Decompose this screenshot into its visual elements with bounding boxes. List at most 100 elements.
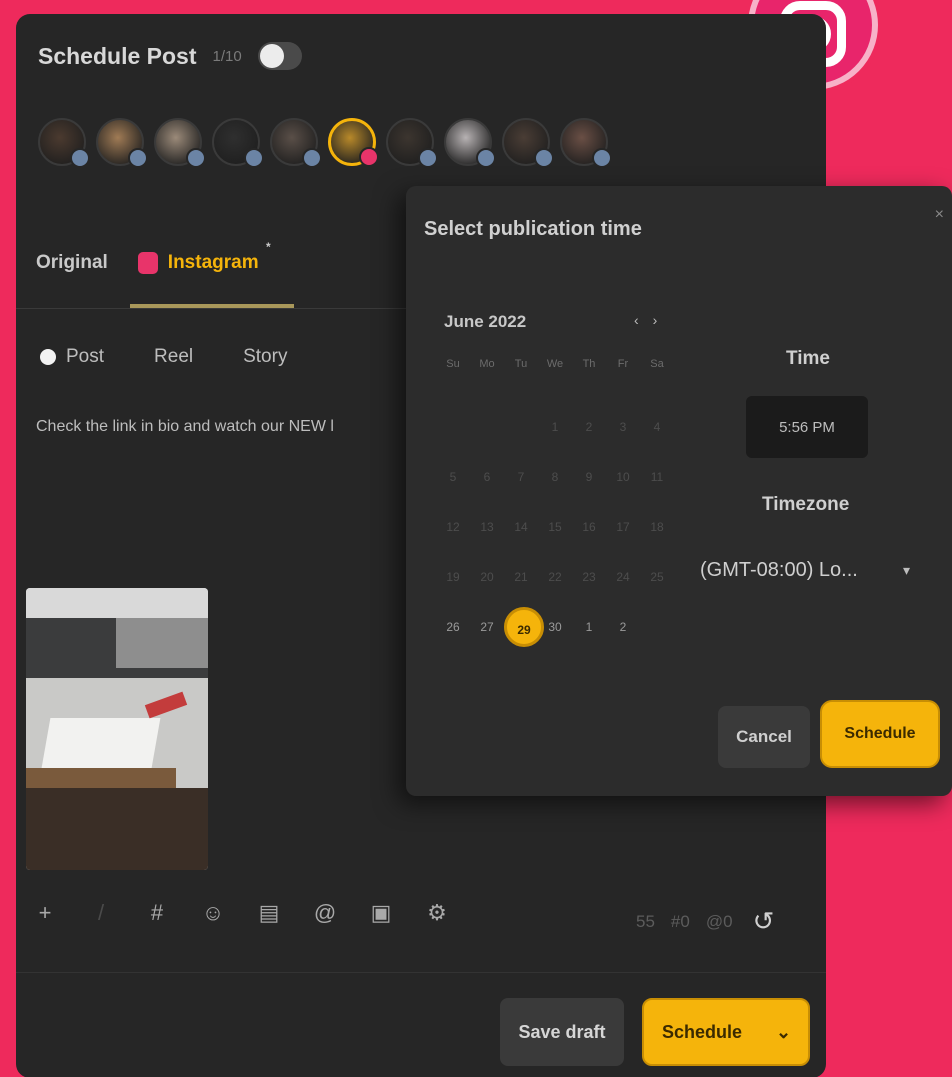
post-type-post[interactable]: Post: [40, 346, 104, 368]
tab-instagram-label: Instagram: [167, 252, 259, 273]
calendar-day[interactable]: 25: [640, 552, 674, 602]
undo-icon[interactable]: ↺: [753, 906, 775, 937]
save-draft-button[interactable]: Save draft: [500, 998, 624, 1066]
instagram-icon: [137, 252, 158, 274]
calendar-nav: ‹ ›: [634, 312, 657, 328]
calendar-day[interactable]: 15: [538, 502, 572, 552]
calendar-day[interactable]: 2: [606, 602, 640, 652]
calendar-day[interactable]: 13: [470, 502, 504, 552]
calendar-day[interactable]: 26: [436, 602, 470, 652]
plus-icon[interactable]: +: [34, 900, 56, 925]
timezone-label: Timezone: [762, 494, 850, 515]
calendar-day: [640, 602, 674, 652]
post-type-label: Reel: [154, 346, 194, 367]
settings-icon[interactable]: ⚙: [426, 900, 448, 925]
avatar[interactable]: [328, 118, 379, 167]
calendar-day[interactable]: 10: [606, 452, 640, 502]
calendar-month: June 2022: [444, 312, 527, 331]
avatar[interactable]: [154, 118, 206, 168]
footer-divider: [16, 972, 826, 973]
calendar-day[interactable]: 3: [606, 402, 640, 452]
time-input[interactable]: 5:56 PM: [746, 396, 868, 458]
calendar-day[interactable]: 5: [436, 452, 470, 502]
avatar[interactable]: [96, 118, 148, 168]
calendar-day[interactable]: 22: [538, 552, 572, 602]
schedule-button[interactable]: Schedule ⌄: [642, 998, 810, 1066]
chevron-right-icon[interactable]: ›: [653, 312, 658, 328]
network-badge-icon: [70, 148, 90, 168]
calendar-day[interactable]: 23: [572, 552, 606, 602]
media-thumbnail[interactable]: [26, 588, 208, 870]
calendar-day[interactable]: 8: [538, 452, 572, 502]
avatar[interactable]: [560, 118, 612, 168]
emoji-icon[interactable]: ☺: [202, 900, 224, 925]
calendar-day[interactable]: 19: [436, 552, 470, 602]
hashtag-icon[interactable]: #: [146, 900, 168, 925]
calendar-day[interactable]: 21: [504, 552, 538, 602]
chevron-down-icon: ▾: [902, 561, 910, 578]
timezone-value: (GMT-08:00) Lo...: [700, 558, 858, 581]
network-badge-icon: [302, 148, 322, 168]
calendar-day: [470, 402, 504, 452]
calendar-day[interactable]: 18: [640, 502, 674, 552]
panel-header: Schedule Post 1/10: [38, 42, 302, 70]
chevron-down-icon[interactable]: ⌄: [776, 1022, 791, 1043]
caption-textarea[interactable]: Check the link in bio and watch our NEW …: [36, 418, 420, 436]
avatar[interactable]: [38, 118, 90, 168]
editor-toolbar: + / # ☺ ▤ @ ▣ ⚙: [34, 900, 448, 925]
calendar-day[interactable]: 16: [572, 502, 606, 552]
calendar-day[interactable]: 4: [640, 402, 674, 452]
calendar-day[interactable]: 7: [504, 452, 538, 502]
image-icon[interactable]: ▣: [370, 900, 392, 925]
avatar[interactable]: [386, 118, 438, 168]
calendar-day[interactable]: 27: [470, 602, 504, 652]
post-type-selector: Post Reel Story: [40, 346, 287, 368]
magic-wand-icon[interactable]: /: [90, 900, 112, 925]
post-type-label: Post: [66, 346, 105, 367]
hashtag-count: #0: [670, 911, 690, 931]
weekday-label: Sa: [650, 358, 664, 370]
calendar-day[interactable]: 11: [640, 452, 674, 502]
post-type-reel[interactable]: Reel: [154, 346, 193, 368]
counters: 55 #0 @0 ↺: [636, 906, 774, 937]
calendar-day[interactable]: 30: [538, 602, 572, 652]
calendar-day[interactable]: 24: [606, 552, 640, 602]
character-count: 55: [636, 911, 655, 931]
radio-selected-icon: [40, 349, 56, 365]
close-icon[interactable]: ×: [935, 206, 944, 224]
calendar-day-selected[interactable]: 29: [504, 602, 544, 652]
calendar-day[interactable]: 17: [606, 502, 640, 552]
weekday-label: Su: [446, 358, 460, 370]
document-icon[interactable]: ▤: [258, 900, 280, 925]
mention-count: @0: [705, 911, 733, 931]
network-badge-icon: [359, 147, 379, 167]
avatar[interactable]: [444, 118, 496, 168]
avatar[interactable]: [270, 118, 322, 168]
tab-instagram[interactable]: Instagram *: [137, 240, 271, 274]
chevron-left-icon[interactable]: ‹: [634, 312, 639, 328]
calendar-day[interactable]: 2: [572, 402, 606, 452]
calendar-day: [504, 402, 538, 452]
calendar-day[interactable]: 1: [538, 402, 572, 452]
weekday-label: We: [546, 358, 564, 370]
select-all-toggle[interactable]: [257, 42, 302, 70]
calendar-day[interactable]: 12: [436, 502, 470, 552]
cancel-button[interactable]: Cancel: [718, 706, 810, 768]
avatar[interactable]: [212, 118, 264, 168]
timezone-select[interactable]: (GMT-08:00) Lo... ▾: [690, 542, 920, 598]
network-tabs: Original Instagram *: [36, 240, 271, 274]
account-count: 1/10: [212, 47, 242, 65]
tab-original[interactable]: Original: [36, 252, 108, 274]
post-type-story[interactable]: Story: [243, 346, 287, 368]
calendar-day[interactable]: 20: [470, 552, 504, 602]
confirm-schedule-button[interactable]: Schedule: [820, 700, 940, 768]
calendar-day[interactable]: 9: [572, 452, 606, 502]
network-badge-icon: [244, 148, 264, 168]
network-badge-icon: [592, 148, 612, 168]
at-icon[interactable]: @: [314, 900, 336, 925]
calendar-day[interactable]: 14: [504, 502, 538, 552]
avatar[interactable]: [502, 118, 554, 168]
calendar-day[interactable]: 1: [572, 602, 606, 652]
network-badge-icon: [418, 148, 438, 168]
calendar-day[interactable]: 6: [470, 452, 504, 502]
